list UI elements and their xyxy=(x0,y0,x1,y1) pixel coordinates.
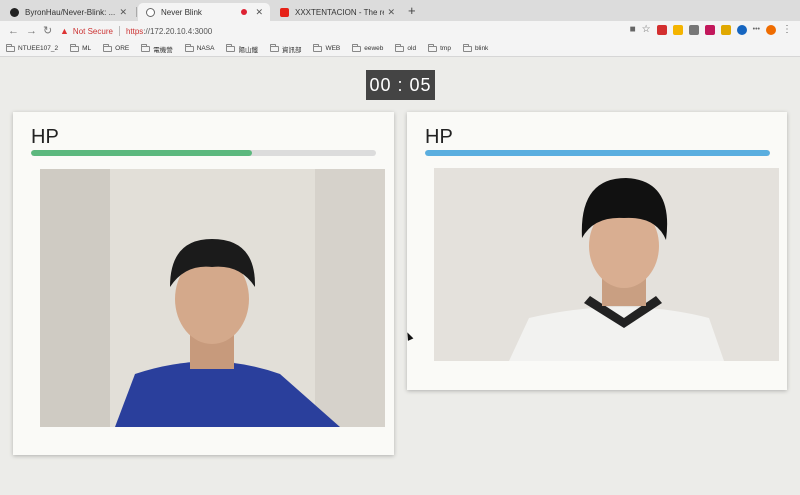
bookmark-label: old xyxy=(407,45,417,52)
recording-icon xyxy=(241,9,248,15)
folder-icon xyxy=(269,43,279,52)
folder-icon xyxy=(141,43,151,52)
bookmark-label: tmp xyxy=(440,45,451,52)
extension-gray-icon[interactable] xyxy=(688,25,699,35)
camera-icon[interactable]: ■ xyxy=(630,24,636,36)
hp-bar-fill xyxy=(425,150,770,156)
github-icon xyxy=(10,7,19,17)
url-scheme: https xyxy=(125,26,144,36)
security-label: Not Secure xyxy=(72,26,113,36)
bookmark-label: 陽山鐵 xyxy=(238,46,258,54)
webcam-video xyxy=(434,168,779,361)
folder-icon xyxy=(184,43,194,52)
extension-ellipsis-icon[interactable]: ••• xyxy=(753,24,760,36)
bookmark-folder[interactable]: tmp xyxy=(428,43,451,52)
tab-divider xyxy=(136,7,137,17)
folder-icon xyxy=(395,43,405,52)
bookmark-folder[interactable]: NTUEE107_2 xyxy=(6,43,59,52)
bookmark-folder[interactable]: ORE xyxy=(103,43,130,52)
countdown-timer: 00 : 05 xyxy=(366,70,435,100)
player-card-left: HP xyxy=(13,112,394,455)
tab-github[interactable]: ByronHau/Never-Blink: ... ✕ xyxy=(2,3,134,21)
hp-bar-fill xyxy=(31,150,252,156)
bookmark-label: 電機營 xyxy=(153,46,173,54)
folder-icon xyxy=(70,43,80,52)
back-icon[interactable]: ← xyxy=(8,24,19,38)
folder-icon xyxy=(313,43,323,52)
folder-icon xyxy=(428,43,438,52)
extension-red-icon[interactable] xyxy=(656,25,667,35)
hp-bar xyxy=(425,150,770,156)
bookmark-label: ORE xyxy=(115,45,130,52)
player-card-right: HP xyxy=(407,112,787,390)
url-host: ://172.20.10.4:3000 xyxy=(143,26,213,36)
folder-icon xyxy=(103,43,113,52)
bookmark-label: blink xyxy=(474,45,489,52)
address-divider xyxy=(118,26,120,36)
bookmark-label: NASA xyxy=(196,45,215,52)
bookmark-folder[interactable]: old xyxy=(395,43,417,52)
extension-pink-icon[interactable] xyxy=(704,25,715,35)
new-tab-button[interactable]: + xyxy=(408,3,416,19)
bookmark-label: eeweb xyxy=(364,45,384,52)
close-icon[interactable]: ✕ xyxy=(387,7,395,18)
hp-bar xyxy=(31,150,376,156)
close-icon[interactable]: ✕ xyxy=(119,7,127,18)
bookmark-folder[interactable]: 陽山鐵 xyxy=(226,43,258,54)
extension-blue-icon[interactable] xyxy=(736,25,747,35)
bookmark-folder[interactable]: eeweb xyxy=(352,43,384,52)
address-bar[interactable]: ▲ Not Secure https ://172.20.10.4:3000 xyxy=(60,23,618,39)
webcam-frame-left xyxy=(40,169,385,427)
bookmark-folder[interactable]: blink xyxy=(462,43,489,52)
bookmark-label: 資訊部 xyxy=(281,46,302,54)
bookmark-folder[interactable]: WEB xyxy=(313,43,341,52)
tab-label: ByronHau/Never-Blink: ... xyxy=(25,7,116,17)
bookmark-label: WEB xyxy=(325,45,341,52)
tab-label: XXXTENTACION - The remedy xyxy=(295,7,384,17)
tab-label: Never Blink xyxy=(161,7,202,17)
webcam-video xyxy=(40,169,385,427)
folder-icon xyxy=(6,43,15,52)
bookmark-folder[interactable]: ML xyxy=(70,43,92,52)
bookmark-folder[interactable]: 電機營 xyxy=(141,43,173,54)
extension-yellow-icon[interactable] xyxy=(720,25,731,35)
bookmark-label: NTUEE107_2 xyxy=(18,45,59,52)
bookmark-label: ML xyxy=(82,45,92,52)
bookmark-folder[interactable]: NASA xyxy=(184,43,215,52)
close-icon[interactable]: ✕ xyxy=(255,7,263,18)
extension-orange-icon[interactable] xyxy=(766,25,776,35)
hp-label: HP xyxy=(425,126,453,148)
youtube-icon xyxy=(280,7,289,17)
forward-icon[interactable]: → xyxy=(26,24,37,38)
folder-icon xyxy=(462,43,472,52)
toolbar-icons: ■ ☆ ••• ⋮ xyxy=(630,24,792,36)
tab-never-blink[interactable]: Never Blink ✕ xyxy=(138,3,270,21)
reload-icon[interactable]: ↻ xyxy=(43,24,52,38)
folder-icon xyxy=(352,43,362,52)
browser-toolbar: ← → ↻ ▲ Not Secure https ://172.20.10.4:… xyxy=(0,21,800,41)
webcam-frame-right xyxy=(434,168,779,361)
tab-youtube[interactable]: XXXTENTACION - The remedy ✕ xyxy=(272,3,402,21)
warning-icon: ▲ xyxy=(60,26,69,36)
bookmark-folder[interactable]: 資訊部 xyxy=(269,43,302,54)
star-icon[interactable]: ☆ xyxy=(642,24,651,36)
folder-icon xyxy=(226,43,236,52)
tab-strip: ByronHau/Never-Blink: ... ✕ Never Blink … xyxy=(0,0,800,21)
globe-icon xyxy=(146,7,155,17)
hp-label: HP xyxy=(31,126,59,148)
extension-drive-icon[interactable] xyxy=(672,25,683,35)
menu-icon[interactable]: ⋮ xyxy=(782,24,792,36)
bookmarks-bar: NTUEE107_2 ML ORE 電機營 NASA 陽山鐵 資訊部 WEB e… xyxy=(0,41,800,57)
